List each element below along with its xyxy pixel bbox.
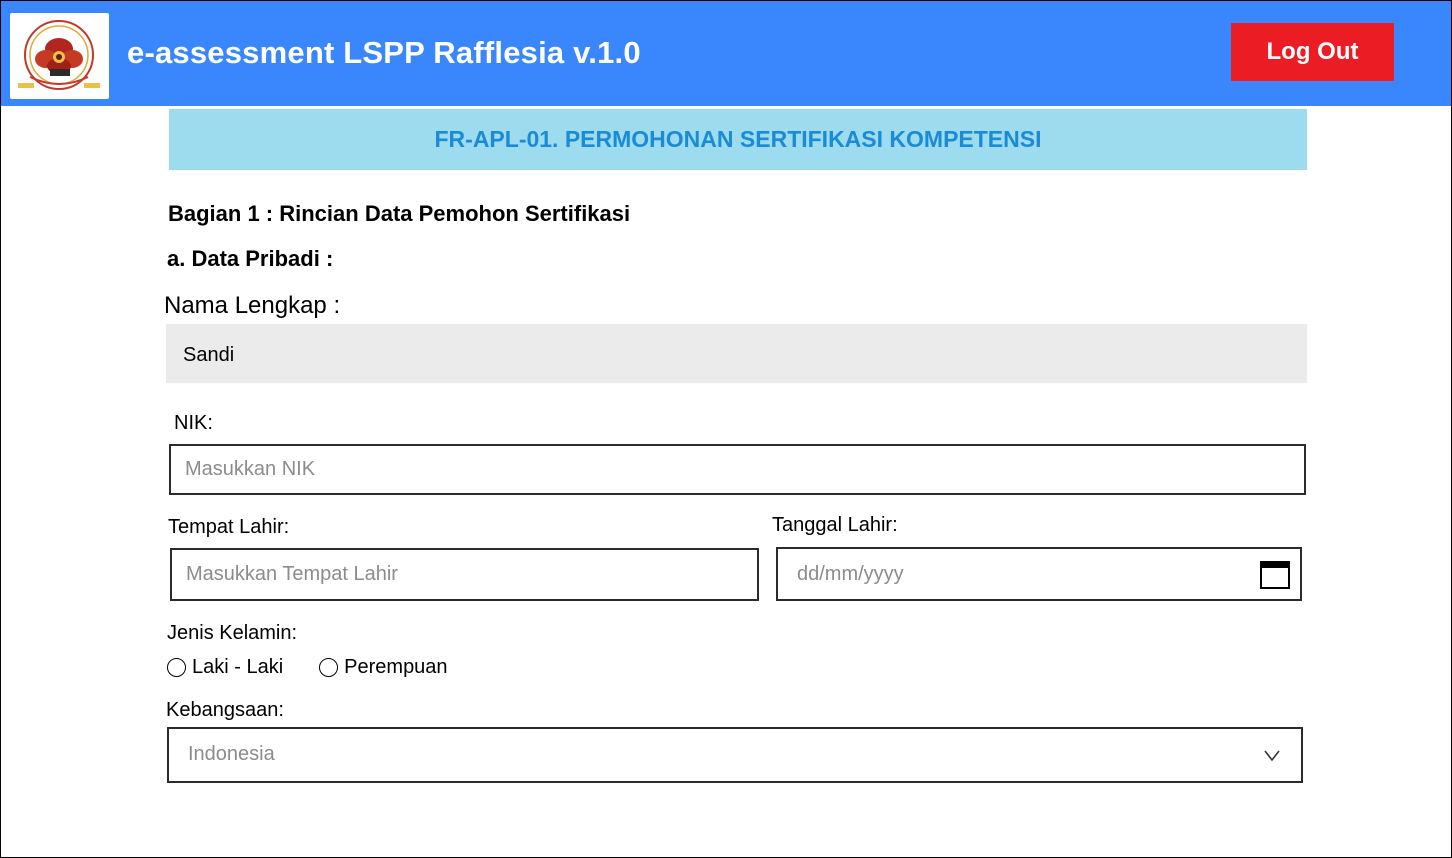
radio-laki-laki-label: Laki - Laki	[192, 655, 284, 678]
kebangsaan-label: Kebangsaan:	[166, 699, 284, 721]
app-window: e-assessment LSPP Rafflesia v.1.0 Log Ou…	[0, 0, 1452, 858]
nama-lengkap-field: Sandi	[166, 324, 1307, 383]
subsection-title: a. Data Pribadi :	[167, 246, 334, 271]
radio-circle-icon[interactable]	[319, 657, 339, 677]
radio-perempuan[interactable]: Perempuan	[319, 655, 448, 679]
tempat-lahir-input[interactable]	[170, 548, 759, 601]
tempat-lahir-label: Tempat Lahir:	[168, 516, 290, 538]
radio-perempuan-label: Perempuan	[344, 655, 448, 678]
nama-lengkap-value: Sandi	[183, 344, 235, 366]
app-logo	[10, 13, 109, 99]
nik-label: NIK:	[174, 412, 213, 434]
chevron-down-icon	[1264, 750, 1280, 762]
calendar-icon[interactable]	[1260, 560, 1290, 590]
kebangsaan-value: Indonesia	[188, 743, 275, 765]
app-title: e-assessment LSPP Rafflesia v.1.0	[127, 35, 641, 70]
tanggal-lahir-input[interactable]: dd/mm/yyyy	[776, 547, 1302, 601]
form-header: FR-APL-01. PERMOHONAN SERTIFIKASI KOMPET…	[169, 109, 1307, 170]
radio-laki-laki[interactable]: Laki - Laki	[167, 656, 283, 679]
kebangsaan-select[interactable]: Indonesia	[167, 727, 1303, 783]
section-title: Bagian 1 : Rincian Data Pemohon Sertifik…	[168, 201, 631, 226]
tanggal-lahir-label: Tanggal Lahir:	[772, 514, 898, 536]
nik-input[interactable]	[169, 444, 1306, 495]
logout-button[interactable]: Log Out	[1231, 23, 1394, 81]
radio-circle-icon[interactable]	[167, 657, 186, 677]
jenis-kelamin-label: Jenis Kelamin:	[167, 622, 298, 644]
nama-lengkap-label: Nama Lengkap :	[164, 292, 341, 319]
top-bar: e-assessment LSPP Rafflesia v.1.0 Log Ou…	[1, 1, 1451, 106]
jenis-kelamin-radio-group: Laki - Laki Perempuan	[167, 654, 484, 680]
rafflesia-logo-icon	[18, 20, 100, 90]
tanggal-lahir-placeholder: dd/mm/yyyy	[797, 563, 904, 585]
